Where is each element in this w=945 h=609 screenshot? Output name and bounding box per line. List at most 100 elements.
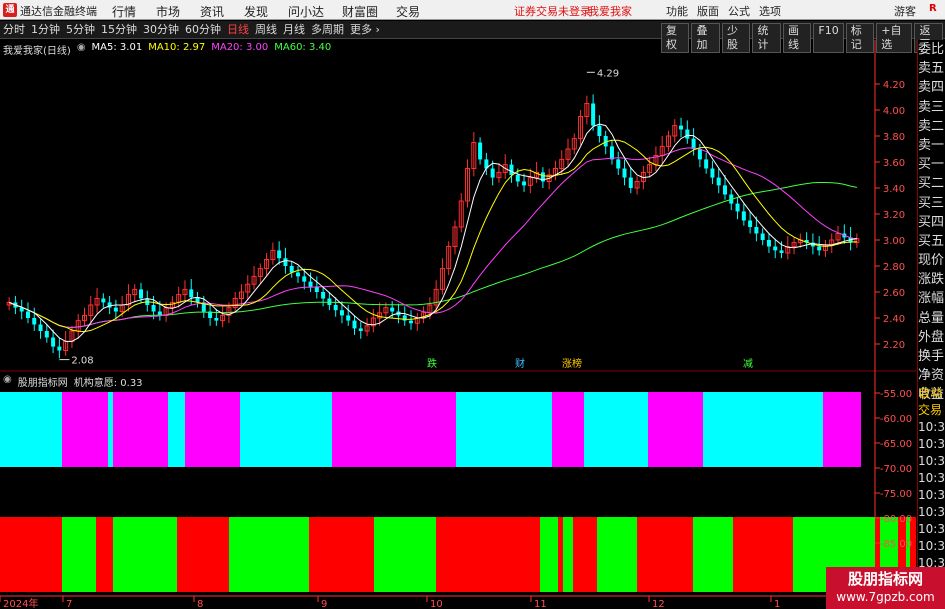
period-tab[interactable]: 月线 [280, 23, 308, 37]
menu-discover[interactable]: 发现 [244, 3, 268, 20]
chart-area[interactable]: 4.20 4.00 3.80 3.60 3.40 3.20 3.00 2.80 2.60 2.40… [0, 40, 916, 609]
candle-body [57, 346, 62, 351]
period-tab[interactable]: 15分钟 [98, 23, 140, 37]
period-tab[interactable]: 多周期 [308, 23, 347, 37]
sub-band-top [584, 392, 648, 467]
sub-tick-label: -75.00 [880, 489, 912, 500]
candle-body [302, 276, 307, 282]
period-tab[interactable]: 60分钟 [182, 23, 224, 37]
login-notice[interactable]: 证券交易未登录 [514, 3, 591, 19]
sub-band-top [108, 392, 113, 467]
ma60-line [8, 182, 858, 329]
quote-row-label: 总量 [918, 310, 945, 326]
legend-toggle-icon[interactable]: ◉ [77, 42, 86, 56]
candle-body [760, 233, 765, 240]
menu-market[interactable]: 市场 [156, 3, 180, 20]
menu-trade[interactable]: 交易 [396, 3, 420, 20]
time-tick-label: 9 [321, 599, 327, 609]
candle-body [591, 103, 596, 126]
watermark-line1: 股朋指标网 [847, 570, 923, 588]
r-badge: R [929, 3, 937, 14]
sub-band-bottom [96, 517, 113, 592]
period-tab[interactable]: 分时 [0, 23, 28, 37]
quote-row-label: 卖五 [918, 61, 945, 77]
quote-row-label: 买二 [918, 176, 945, 192]
menu-wealth[interactable]: 财富圈 [342, 3, 378, 20]
quote-row-label: 卖二 [918, 118, 945, 134]
candle-body [333, 305, 338, 311]
time-tick-label: 1 [774, 599, 780, 609]
candle-body [722, 185, 727, 195]
quote-row-label: 买五 [918, 233, 945, 249]
time-tick-label: 10 [430, 599, 443, 609]
candle-body [113, 307, 118, 312]
sub-band-bottom [563, 517, 573, 592]
sub-band-top [648, 392, 703, 467]
period-tabs: 分时 1分钟 5分钟 15分钟 30分钟 60分钟 日线 周线 月线 多周期 更多 › [0, 23, 383, 37]
candle-body [277, 250, 282, 259]
candle-body [339, 310, 344, 316]
candle-body [735, 203, 740, 212]
title-bar: 通 通达信金融终端 行情 市场 资讯 发现 问小达 财富圈 交易 证券交易未登录… [0, 0, 945, 20]
menu-options[interactable]: 选项 [759, 3, 781, 19]
sub-band-bottom [113, 517, 177, 592]
quote-row-label: 外盘 [918, 329, 945, 345]
candle-body [766, 240, 771, 247]
event-label: 跌 [427, 357, 437, 370]
menu-quotes[interactable]: 行情 [112, 3, 136, 20]
stock-name: 我爱我家 [588, 5, 632, 18]
menu-function[interactable]: 功能 [666, 3, 688, 19]
period-tab[interactable]: 5分钟 [63, 23, 98, 37]
candle-body [685, 129, 690, 139]
candle-body [409, 320, 414, 324]
candle-body [101, 298, 106, 303]
candle-body [352, 320, 357, 329]
candle-body [402, 315, 407, 321]
candle-body [609, 146, 614, 160]
period-tab[interactable]: 1分钟 [28, 23, 63, 37]
ma60-label: MA60: 3.40 [274, 42, 332, 53]
menu-formula[interactable]: 公式 [728, 3, 750, 19]
trade-row: 10:36 [918, 454, 945, 468]
trade-row: 10:36 [918, 505, 945, 519]
trade-panel: 自动交易 10:36 10:36 10:36 10:36 10:36 10:36 10:36 1… [917, 385, 945, 585]
menu-layout[interactable]: 版面 [697, 3, 719, 19]
menu-ask[interactable]: 问小达 [288, 3, 324, 20]
guest-label[interactable]: 游客 [894, 3, 916, 19]
sub-band-bottom [693, 517, 733, 592]
sub-band-bottom [597, 517, 637, 592]
time-tick-label: 11 [534, 599, 547, 609]
sub-band-bottom [436, 517, 540, 592]
candle-body [597, 125, 602, 136]
candle-body [189, 289, 194, 298]
trade-row: 10:36 [918, 522, 945, 536]
sub-band-bottom [0, 517, 62, 592]
period-tab[interactable]: 日线 [224, 23, 252, 37]
candle-body [51, 337, 56, 347]
quote-row-label: 涨跌 [918, 272, 945, 288]
candle-body [697, 149, 702, 160]
ma20-label: MA20: 3.00 [211, 42, 269, 53]
sub-band-bottom [309, 517, 374, 592]
sub-toggle-icon[interactable]: ◉ [3, 374, 12, 388]
sub-indicator: 机构意愿: 0.33 [73, 378, 143, 389]
time-tick-label: 7 [66, 599, 72, 609]
candle-body [32, 318, 37, 325]
candle-body [283, 258, 288, 266]
menu-news[interactable]: 资讯 [200, 3, 224, 20]
period-tab[interactable]: 30分钟 [140, 23, 182, 37]
event-label: 涨榜 [562, 357, 582, 370]
trade-row: 自动 [918, 386, 943, 400]
candle-body [741, 211, 746, 221]
candle-body [748, 220, 753, 227]
quote-row-label: 委比 [918, 42, 945, 57]
ma5-label: MA5: 3.01 [91, 42, 143, 53]
candle-body [321, 292, 326, 299]
sub-band-bottom [374, 517, 436, 592]
ma5-line [8, 123, 858, 342]
quote-row-label: 净资 [918, 368, 945, 384]
period-tab[interactable]: 更多 › [347, 23, 383, 37]
watermark-line2: www.7gpzb.com [836, 590, 935, 604]
period-tab[interactable]: 周线 [252, 23, 280, 37]
trade-row: 10:36 [918, 471, 945, 485]
